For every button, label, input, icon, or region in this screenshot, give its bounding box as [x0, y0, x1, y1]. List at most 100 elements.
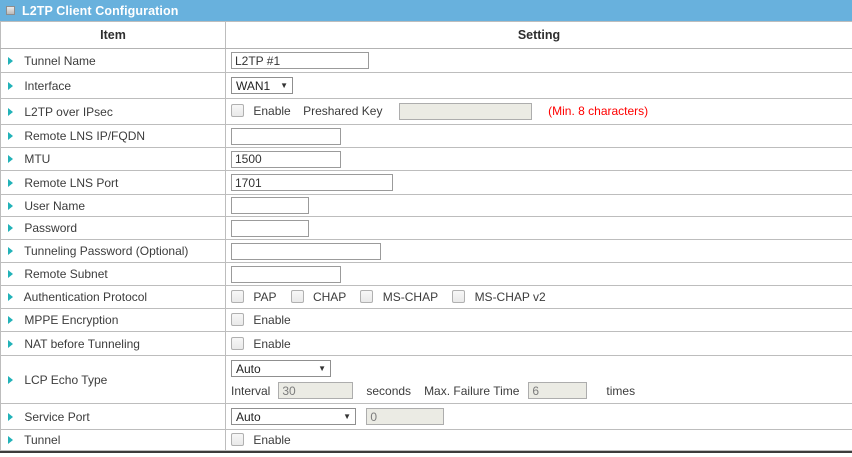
row-arrow-icon — [8, 202, 13, 210]
row-l2tp-over-ipsec: L2TP over IPsec Enable Preshared Key (Mi… — [1, 99, 852, 125]
password-input[interactable] — [231, 220, 309, 237]
interface-select-value: WAN1 — [236, 79, 270, 93]
mppe-enable-label: Enable — [253, 313, 290, 327]
row-authentication-protocol: Authentication Protocol PAP CHAP MS-CHAP — [1, 286, 852, 309]
row-arrow-icon — [8, 82, 13, 90]
auth-mschapv2-checkbox[interactable] — [452, 290, 465, 303]
row-arrow-icon — [8, 224, 13, 232]
service-port-input[interactable] — [366, 408, 444, 425]
section-collapse-icon[interactable] — [6, 6, 15, 15]
row-arrow-icon — [8, 376, 13, 384]
row-arrow-icon — [8, 413, 13, 421]
nat-enable-label: Enable — [253, 337, 290, 351]
auth-mschapv2-label: MS-CHAP v2 — [475, 290, 546, 304]
remote-lns-ip-input[interactable] — [231, 128, 341, 145]
tunnel-name-input[interactable] — [231, 52, 369, 69]
row-label: NAT before Tunneling — [24, 337, 140, 351]
remote-subnet-input[interactable] — [231, 266, 341, 283]
row-arrow-icon — [8, 340, 13, 348]
chevron-down-icon: ▼ — [318, 365, 326, 373]
interval-label: Interval — [231, 384, 270, 398]
row-service-port: Service Port Auto ▼ — [1, 404, 852, 430]
row-label: Tunnel Name — [24, 54, 96, 68]
row-lcp-echo-type: LCP Echo Type Auto ▼ Interval seconds Ma… — [1, 356, 852, 404]
max-failure-time-input[interactable] — [528, 382, 587, 399]
column-header-setting: Setting — [226, 22, 852, 49]
row-arrow-icon — [8, 155, 13, 163]
row-remote-subnet: Remote Subnet — [1, 263, 852, 286]
row-remote-lns-ip: Remote LNS IP/FQDN — [1, 125, 852, 148]
user-name-input[interactable] — [231, 197, 309, 214]
row-mppe-encryption: MPPE Encryption Enable — [1, 309, 852, 332]
preshared-key-input[interactable] — [399, 103, 532, 120]
row-arrow-icon — [8, 247, 13, 255]
row-label: Password — [24, 221, 77, 235]
tunnel-enable-label: Enable — [253, 433, 290, 447]
row-label: Tunnel — [24, 433, 60, 447]
l2tp-client-configuration-panel: L2TP Client Configuration Item Setting T… — [0, 0, 852, 453]
failure-unit-label: times — [606, 384, 635, 398]
row-tunnel: Tunnel Enable — [1, 430, 852, 451]
column-header-item: Item — [1, 22, 226, 49]
row-user-name: User Name — [1, 195, 852, 217]
lcp-echo-type-select[interactable]: Auto ▼ — [231, 360, 331, 377]
row-label: Service Port — [24, 410, 89, 424]
row-tunnel-name: Tunnel Name — [1, 49, 852, 73]
row-arrow-icon — [8, 316, 13, 324]
auth-mschap-label: MS-CHAP — [383, 290, 438, 304]
row-arrow-icon — [8, 179, 13, 187]
row-label: Remote LNS IP/FQDN — [24, 129, 145, 143]
remote-lns-port-input[interactable] — [231, 174, 393, 191]
row-remote-lns-port: Remote LNS Port — [1, 171, 852, 195]
row-label: L2TP over IPsec — [24, 105, 113, 119]
row-label: User Name — [24, 199, 85, 213]
auth-pap-label: PAP — [253, 290, 276, 304]
auth-chap-label: CHAP — [313, 290, 346, 304]
row-arrow-icon — [8, 270, 13, 278]
row-label: MPPE Encryption — [24, 313, 118, 327]
row-arrow-icon — [8, 132, 13, 140]
ipsec-enable-label: Enable — [253, 104, 290, 118]
tunneling-password-input[interactable] — [231, 243, 381, 260]
max-failure-time-label: Max. Failure Time — [424, 384, 519, 398]
config-table: Item Setting Tunnel Name Interface WAN1 … — [0, 21, 852, 451]
row-tunneling-password: Tunneling Password (Optional) — [1, 240, 852, 263]
service-port-select-value: Auto — [236, 410, 261, 424]
auth-pap-checkbox[interactable] — [231, 290, 244, 303]
row-label: Remote LNS Port — [24, 176, 118, 190]
lcp-echo-type-select-value: Auto — [236, 362, 261, 376]
tunnel-enable-checkbox[interactable] — [231, 433, 244, 446]
row-interface: Interface WAN1 ▼ — [1, 73, 852, 99]
preshared-key-hint: (Min. 8 characters) — [548, 104, 648, 118]
chevron-down-icon: ▼ — [280, 82, 288, 90]
chevron-down-icon: ▼ — [343, 413, 351, 421]
row-label: MTU — [24, 152, 50, 166]
interval-input[interactable] — [278, 382, 353, 399]
row-label: Interface — [24, 79, 71, 93]
row-mtu: MTU — [1, 148, 852, 171]
nat-enable-checkbox[interactable] — [231, 337, 244, 350]
interface-select[interactable]: WAN1 ▼ — [231, 77, 293, 94]
row-label: LCP Echo Type — [24, 373, 107, 387]
row-arrow-icon — [8, 108, 13, 116]
interval-unit-label: seconds — [366, 384, 411, 398]
table-header-row: Item Setting — [1, 22, 852, 49]
row-label: Tunneling Password (Optional) — [24, 244, 188, 258]
row-arrow-icon — [8, 57, 13, 65]
row-label: Authentication Protocol — [24, 290, 147, 304]
row-nat-before-tunneling: NAT before Tunneling Enable — [1, 332, 852, 356]
row-password: Password — [1, 217, 852, 240]
panel-bottom-border — [0, 451, 852, 453]
row-arrow-icon — [8, 293, 13, 301]
section-title-bar: L2TP Client Configuration — [0, 0, 852, 21]
mppe-enable-checkbox[interactable] — [231, 313, 244, 326]
row-label: Remote Subnet — [24, 267, 107, 281]
preshared-key-label: Preshared Key — [303, 104, 382, 118]
service-port-select[interactable]: Auto ▼ — [231, 408, 356, 425]
auth-mschap-checkbox[interactable] — [360, 290, 373, 303]
row-arrow-icon — [8, 436, 13, 444]
mtu-input[interactable] — [231, 151, 341, 168]
auth-chap-checkbox[interactable] — [291, 290, 304, 303]
section-title: L2TP Client Configuration — [22, 4, 178, 18]
ipsec-enable-checkbox[interactable] — [231, 104, 244, 117]
